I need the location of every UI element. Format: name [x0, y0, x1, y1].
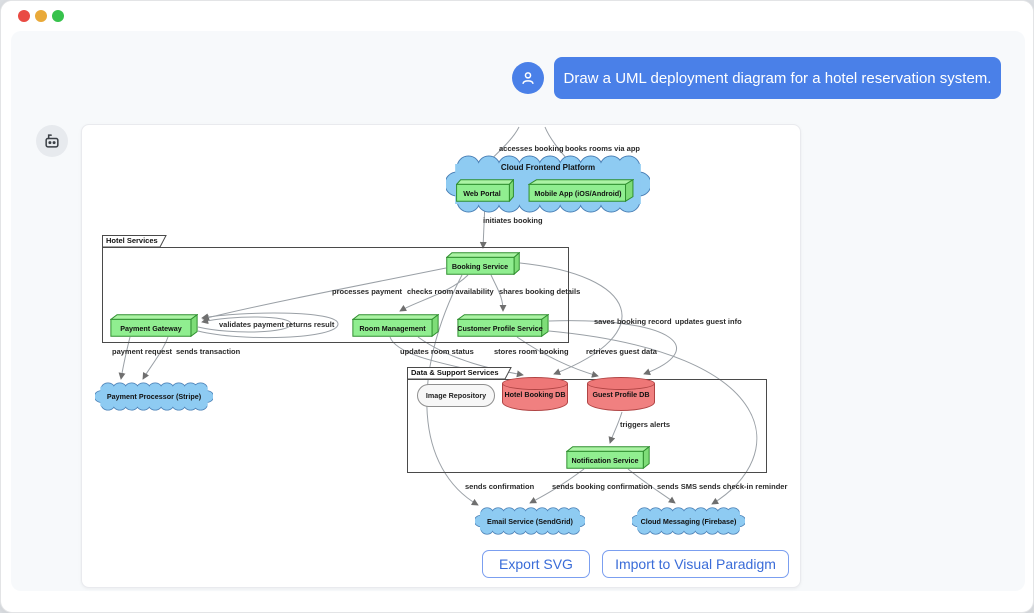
node-notification-service-label: Notification Service — [571, 451, 644, 465]
edge-label: sends booking confirmation — [552, 482, 652, 491]
diagram-card: Hotel Services Data & Support Services C… — [81, 124, 801, 588]
node-cloud-messaging-label: Cloud Messaging (Firebase) — [641, 517, 737, 526]
edge-label: updates guest info — [675, 317, 742, 326]
user-message-bubble: Draw a UML deployment diagram for a hote… — [554, 57, 1001, 99]
edge-label: saves booking record — [594, 317, 672, 326]
edge-label: accesses booking — [499, 144, 564, 153]
edge-label: sends confirmation — [465, 482, 534, 491]
bot-avatar — [36, 125, 68, 157]
edge-label: sends SMS — [657, 482, 697, 491]
node-customer-profile[interactable]: Customer Profile Service — [457, 314, 549, 337]
robot-icon — [42, 131, 62, 151]
edge-label: processes payment — [332, 287, 402, 296]
node-image-repository[interactable]: Image Repository — [417, 384, 495, 407]
edge-label: books rooms via app — [565, 144, 640, 153]
node-room-management-label: Room Management — [359, 319, 431, 333]
node-image-repository-label: Image Repository — [426, 391, 486, 400]
zoom-button[interactable] — [52, 10, 64, 22]
edge-label: payment request — [112, 347, 172, 356]
node-customer-profile-label: Customer Profile Service — [457, 319, 549, 333]
node-hotel-booking-db-label: Hotel Booking DB — [502, 390, 568, 399]
node-guest-profile-db[interactable]: Guest Profile DB — [587, 377, 655, 411]
edge-label: stores room booking — [494, 347, 569, 356]
export-svg-button[interactable]: Export SVG — [482, 550, 590, 578]
edge-label: initiates booking — [483, 216, 543, 225]
node-cloud-messaging[interactable]: Cloud Messaging (Firebase) — [632, 507, 745, 535]
node-payment-processor[interactable]: Payment Processor (Stripe) — [95, 382, 213, 411]
node-booking-service[interactable]: Booking Service — [446, 252, 520, 275]
node-booking-service-label: Booking Service — [452, 257, 514, 271]
frame-hotel-services-label: Hotel Services — [106, 236, 158, 245]
node-payment-gateway[interactable]: Payment Gateway — [110, 314, 198, 337]
node-email-service-label: Email Service (SendGrid) — [487, 517, 573, 526]
edge-label: sends transaction — [176, 347, 240, 356]
node-payment-processor-label: Payment Processor (Stripe) — [107, 392, 201, 401]
edge-label: checks room availability — [407, 287, 494, 296]
edge-label: retrieves guest data — [586, 347, 657, 356]
user-icon — [519, 69, 537, 87]
app-window: Draw a UML deployment diagram for a hote… — [0, 0, 1034, 613]
node-hotel-booking-db[interactable]: Hotel Booking DB — [502, 377, 568, 411]
node-email-service[interactable]: Email Service (SendGrid) — [475, 507, 585, 535]
edge-label: validates payment — [219, 320, 284, 329]
title-bar — [1, 1, 1033, 31]
frame-data-support-label: Data & Support Services — [411, 368, 499, 377]
node-notification-service[interactable]: Notification Service — [566, 446, 650, 469]
cylinder-top-icon — [587, 377, 655, 390]
node-web-portal[interactable]: Web Portal — [456, 179, 514, 202]
import-visual-paradigm-button[interactable]: Import to Visual Paradigm — [602, 550, 789, 578]
node-mobile-app[interactable]: Mobile App (iOS/Android) — [528, 179, 634, 202]
close-button[interactable] — [18, 10, 30, 22]
minimize-button[interactable] — [35, 10, 47, 22]
user-avatar — [512, 62, 544, 94]
node-web-portal-label: Web Portal — [463, 184, 506, 198]
edge-label: returns result — [286, 320, 334, 329]
edge-label: sends check-in reminder — [699, 482, 787, 491]
edge-label: updates room status — [400, 347, 474, 356]
node-mobile-app-label: Mobile App (iOS/Android) — [534, 184, 627, 198]
node-cloud-frontend-label: Cloud Frontend Platform — [446, 163, 650, 172]
node-room-management[interactable]: Room Management — [352, 314, 439, 337]
edge-label: shares booking details — [499, 287, 580, 296]
node-guest-profile-db-label: Guest Profile DB — [587, 390, 655, 399]
user-message-text: Draw a UML deployment diagram for a hote… — [564, 70, 992, 87]
edge-label: triggers alerts — [620, 420, 670, 429]
cylinder-top-icon — [502, 377, 568, 390]
node-payment-gateway-label: Payment Gateway — [120, 319, 188, 333]
